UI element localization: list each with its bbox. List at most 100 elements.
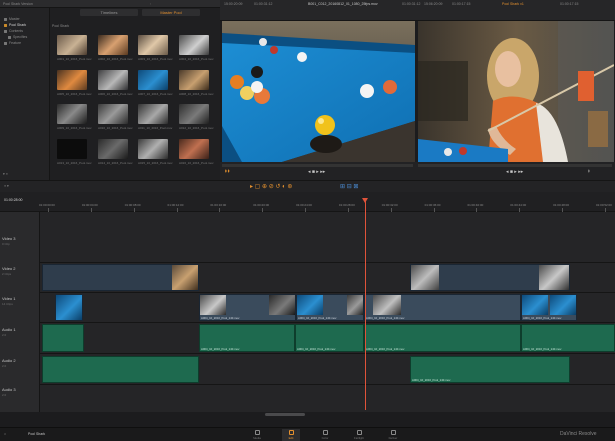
folder-icon [4,41,7,45]
clip-name: A016_10_2016_Pool.mov [179,161,214,165]
timeline-toolbar: ≡ ▾ ▸ ▢ ⊕ ⊘ ↺ ◐ ⊛ ⊞ ⊟ ⊠ [0,180,615,192]
folder-contents[interactable]: Contents [4,29,23,33]
timeline-scrollbar[interactable] [265,413,305,416]
track-header-video-3[interactable]: Video 30 Clip [2,236,38,246]
source-frame [222,21,415,162]
timeline-ruler[interactable]: 01:00:28:00 [0,192,615,212]
timeline-clip[interactable]: A004_10_2016_Pool_140.mov [521,294,577,321]
audio-clip[interactable]: A004_10_2016_Pool_140.mov [410,356,570,383]
clip-thumbnail [172,265,198,290]
audio-clip[interactable]: A004_10_2016_Pool_140.mov [521,324,615,352]
track-divider [40,292,615,293]
resolve-home-icon[interactable]: ⌂ [4,432,6,436]
audio-clip[interactable] [42,356,199,383]
timeline-clip[interactable]: A004_10_2016_Pool_140.mov [296,294,364,321]
clip-thumbnail [347,295,363,315]
folder-specifies[interactable]: Specifies [8,35,27,39]
clip-thumbnail [550,295,576,315]
source-in-out[interactable]: ⧫ ⧫ [225,169,229,173]
page-fairlight[interactable]: Fairlight [350,429,368,441]
clip-thumbnail[interactable] [57,139,87,159]
folder-master[interactable]: Master [4,17,20,21]
clip-thumbnail[interactable] [138,35,168,55]
snapping-icons[interactable]: ⊞ ⊟ ⊠ [340,183,358,190]
clip-thumbnail[interactable] [138,104,168,124]
clip-thumbnail [297,295,323,315]
clip-name: A007_10_2016_Pool.mov [138,92,173,96]
edit-tool-icons[interactable]: ▸ ▢ ⊕ ⊘ ↺ ◐ ⊛ [250,183,292,190]
project-name: Pool Shark [28,432,46,436]
clip-name: A015_10_2016_Pool.mov [138,161,173,165]
timeline-clip[interactable] [42,264,199,291]
clip-thumbnail[interactable] [179,104,209,124]
audio-clip[interactable] [42,324,84,352]
clip-name: A008_10_2016_Pool.mov [179,92,214,96]
clip-thumbnail[interactable] [57,35,87,55]
folder-icon [8,35,11,39]
tab-timelines[interactable]: Timelines [80,9,138,16]
ruler-tick-label: 01:00:04:00 [81,203,98,207]
clip-thumbnail[interactable] [179,70,209,90]
clip-thumbnail[interactable] [179,35,209,55]
program-zoom[interactable]: 15:06:20:09 [424,2,443,6]
timeline-clip[interactable]: A004_10_2016_Pool_140.mov [199,294,296,321]
timeline-clip[interactable] [410,264,570,291]
ruler-tick-label: 01:00:08:00 [124,203,141,207]
source-viewer[interactable] [222,21,415,162]
viewer-header: 15:00:20:09 01:00:31:12 B001_C012_201608… [220,0,615,21]
ruler-tick-label: 01:00:36:00 [424,203,441,207]
clip-thumbnail[interactable] [138,139,168,159]
clip-name: A010_10_2016_Pool.mov [98,126,133,130]
page-edit[interactable]: Edit [282,429,300,441]
playhead[interactable] [365,198,366,410]
ruler-tick-label: 01:00:40:00 [467,203,484,207]
clip-thumbnail[interactable] [98,104,128,124]
folder-pool-shark[interactable]: Pool Shark [4,23,26,27]
clip-name: A003_10_2016_Pool.mov [138,57,173,61]
audio-clip[interactable]: A004_10_2016_Pool_140.mov [364,324,521,352]
track-header-audio-1[interactable]: Audio 1 2.0 [2,327,38,337]
track-header-video-2[interactable]: Video 22 Clips [2,266,38,276]
color-page-icon [322,430,328,435]
program-viewer[interactable] [418,21,614,162]
clip-thumbnail[interactable] [57,70,87,90]
timeline-clip[interactable]: A004_10_2016_Pool_140.mov [364,294,521,321]
media-page-icon [254,430,260,435]
page-color[interactable]: Color [316,429,334,441]
source-zoom[interactable]: 15:00:20:09 [224,2,243,6]
track-header-audio-2[interactable]: Audio 2 2.0 [2,358,38,368]
program-name[interactable]: Pool Shark v1 [502,2,524,6]
clip-name: A004_10_2016_Pool.mov [179,57,214,61]
program-mark-icons[interactable]: ⧫ [588,169,590,173]
ruler-tick-label: 01:00:28:00 [338,203,355,207]
source-transport[interactable]: ◂ ■ ▸ ▸▸ [308,169,325,175]
audio-clip[interactable]: A004_10_2016_Pool_140.mov [295,324,364,352]
clip-thumbnail[interactable] [57,104,87,124]
clip-thumbnail [200,295,226,315]
clip-name: A001_10_2016_Pool.mov [57,57,92,61]
clip-thumbnail[interactable] [98,70,128,90]
page-bar: ⌂ Pool Shark Media Edit Color Fairlight … [0,427,615,441]
track-header-video-1[interactable]: Video 1 14 Clips [2,296,38,306]
source-duration: 01:00:31:12 [402,2,421,6]
clip-thumbnail[interactable] [179,139,209,159]
timeline-menu-icon[interactable]: ≡ ▾ [4,184,9,188]
program-scrubber[interactable] [418,164,612,167]
clip-name: A005_10_2016_Pool.mov [57,92,92,96]
track-header-audio-3[interactable]: Audio 3 2.0 [2,387,38,397]
folder-feature[interactable]: Feature [4,41,21,45]
tab-master-pool[interactable]: Master Pool [142,9,200,16]
audio-clip[interactable]: A004_10_2016_Pool_140.mov [199,324,295,352]
clip-thumbnail[interactable] [98,139,128,159]
clip-thumbnail[interactable] [98,35,128,55]
pool-folder-header: Pool Shark [52,24,70,28]
timeline-timecode: 01:00:28:00 [4,198,23,202]
page-deliver[interactable]: Deliver [384,429,402,441]
clip-thumbnail[interactable] [138,70,168,90]
source-scrubber[interactable] [222,164,413,167]
timeline-clip[interactable] [55,294,83,321]
program-transport[interactable]: ◂ ■ ▸ ▸▸ [506,169,523,175]
clip-thumbnail [539,265,569,290]
page-media[interactable]: Media [248,429,266,441]
pool-footer-icons[interactable]: ▾ ≡ [3,172,8,176]
